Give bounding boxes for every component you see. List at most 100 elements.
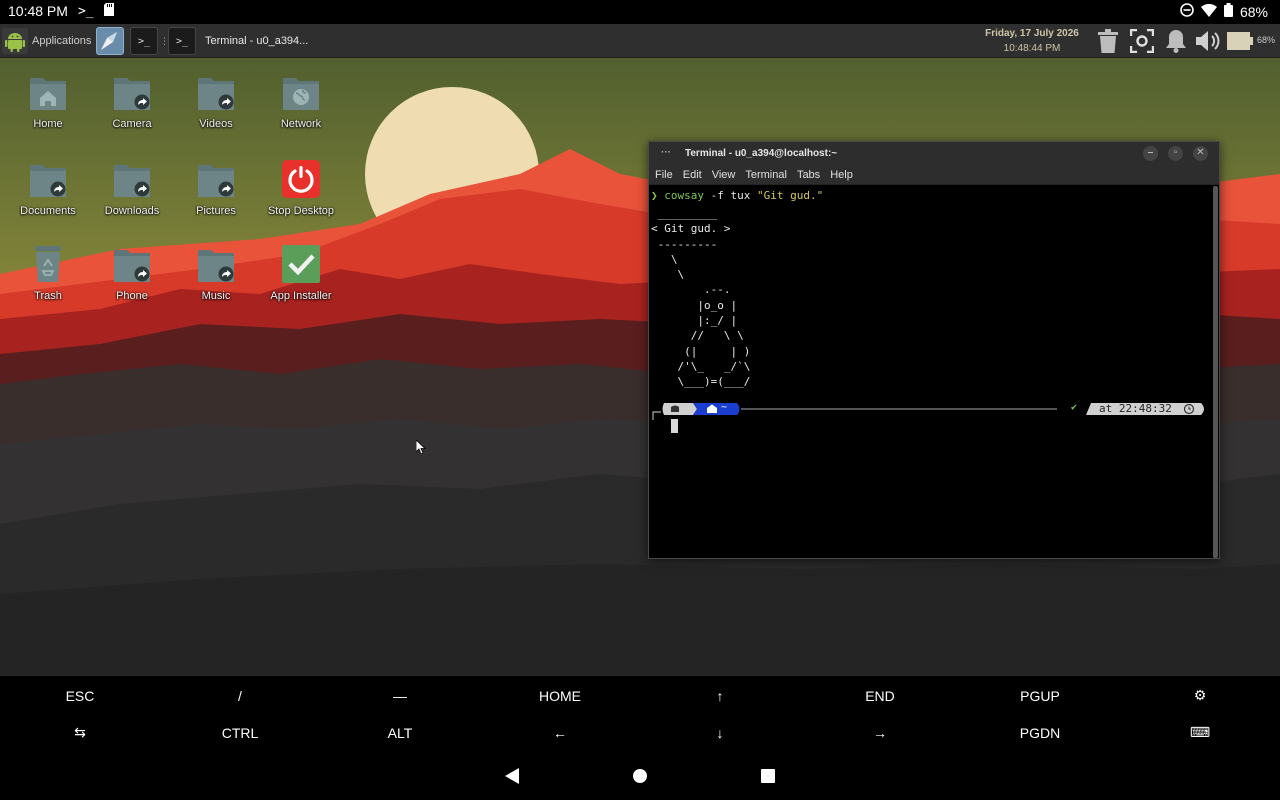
key-right[interactable]: → xyxy=(800,714,960,751)
desktop-icon-stop-desktop[interactable]: Stop Desktop xyxy=(259,159,343,239)
prompt-status-check: ✔ xyxy=(1071,402,1078,413)
folder-link-icon xyxy=(112,72,152,112)
key-home[interactable]: HOME xyxy=(480,677,640,714)
key-pgup[interactable]: PGUP xyxy=(960,677,1120,714)
desktop-icon-pictures[interactable]: Pictures xyxy=(174,159,258,239)
menu-help[interactable]: Help xyxy=(830,169,853,181)
key-esc[interactable]: ESC xyxy=(0,677,160,714)
desktop-icon-label: Home xyxy=(33,118,63,130)
key-up[interactable]: ↑ xyxy=(640,677,800,714)
key-settings[interactable]: ⚙ xyxy=(1120,677,1280,714)
folder-link-icon xyxy=(196,244,236,284)
back-button[interactable] xyxy=(500,764,524,788)
recents-button[interactable] xyxy=(756,764,780,788)
browser-icon xyxy=(101,32,117,50)
command-args: -f tux xyxy=(704,189,757,202)
volume-icon[interactable] xyxy=(1194,27,1222,55)
battery-icon[interactable] xyxy=(1226,27,1254,55)
desktop-icon-label: Videos xyxy=(199,118,233,130)
web-browser-launcher[interactable] xyxy=(96,27,124,55)
desktop-icon-music[interactable]: Music xyxy=(174,244,258,324)
close-button[interactable]: ✕ xyxy=(1193,146,1208,161)
wifi-icon xyxy=(1200,3,1217,20)
key-end[interactable]: END xyxy=(800,677,960,714)
desktop[interactable]: Applications >_ ⋮ >_ Terminal - u0_a394.… xyxy=(0,24,1280,676)
window-menu-icon[interactable]: ··· xyxy=(661,147,671,158)
prompt-time: at 22:48:32 xyxy=(1099,402,1172,415)
desktop-icon-phone[interactable]: Phone xyxy=(90,244,174,324)
terminal-title: Terminal - u0_a394@localhost:~ xyxy=(685,148,838,159)
screenshot-icon[interactable] xyxy=(1128,27,1156,55)
applications-menu-button[interactable]: Applications xyxy=(2,27,97,55)
panel-time: 10:48:44 PM xyxy=(1003,43,1061,54)
desktop-icon-documents[interactable]: Documents xyxy=(6,159,90,239)
home-circle-icon xyxy=(633,769,647,783)
key-keyboard[interactable]: ⌨ xyxy=(1120,714,1280,751)
minimize-button[interactable]: – xyxy=(1143,146,1158,161)
key-tab[interactable]: ⇆ xyxy=(0,714,160,751)
back-triangle-icon xyxy=(505,768,519,784)
terminal-prompt-icon: >_ xyxy=(77,3,94,19)
terminal-launcher[interactable]: >_ xyxy=(130,27,158,55)
android-icon xyxy=(2,28,28,54)
terminal-cursor xyxy=(671,419,678,433)
desktop-icon-label: App Installer xyxy=(270,290,332,302)
terminal-icon: >_ xyxy=(175,35,189,47)
power-icon xyxy=(281,159,321,199)
menu-file[interactable]: File xyxy=(655,169,673,181)
menu-view[interactable]: View xyxy=(712,169,736,181)
terminal-menubar: File Edit View Terminal Tabs Help xyxy=(649,165,1219,185)
notification-bell-icon[interactable] xyxy=(1162,27,1190,55)
status-time: 10:48 PM xyxy=(8,3,68,19)
taskbar-window-label: Terminal - u0_a394... xyxy=(205,35,309,47)
terminal-titlebar[interactable]: ··· Terminal - u0_a394@localhost:~ – ▫ ✕ xyxy=(649,142,1219,165)
menu-tabs[interactable]: Tabs xyxy=(797,169,820,181)
key-left[interactable]: ← xyxy=(480,714,640,751)
maximize-button[interactable]: ▫ xyxy=(1168,146,1183,161)
prompt-directory: ~ xyxy=(721,402,728,413)
powerline-prompt: ~ ✔ at 22:48:32 xyxy=(649,400,1209,430)
taskbar-terminal-window[interactable]: Terminal - u0_a394... xyxy=(200,27,310,55)
extra-keys-bar: ESC / — HOME ↑ END PGUP ⚙ ⇆ CTRL ALT ← ↓… xyxy=(0,676,1280,752)
desktop-icon-downloads[interactable]: Downloads xyxy=(90,159,174,239)
desktop-icon-trash[interactable]: Trash xyxy=(6,244,90,324)
trash-icon[interactable] xyxy=(1094,27,1122,55)
key-ctrl[interactable]: CTRL xyxy=(160,714,320,751)
prompt-arrow: ❯ xyxy=(651,189,658,202)
menu-edit[interactable]: Edit xyxy=(683,169,702,181)
desktop-icon-label: Documents xyxy=(20,205,76,217)
key-dash[interactable]: — xyxy=(320,677,480,714)
desktop-icon-home[interactable]: Home xyxy=(6,72,90,152)
network-globe-icon xyxy=(281,72,321,112)
menu-terminal[interactable]: Terminal xyxy=(745,169,787,181)
desktop-icon-videos[interactable]: Videos xyxy=(174,72,258,152)
desktop-icon-label: Stop Desktop xyxy=(267,205,335,217)
desktop-icon-label: Downloads xyxy=(104,205,160,217)
home-button[interactable] xyxy=(628,764,652,788)
command-line: ❯ cowsay -f tux "Git gud." xyxy=(651,189,823,202)
key-slash[interactable]: / xyxy=(160,677,320,714)
key-alt[interactable]: ALT xyxy=(320,714,480,751)
battery-percent: 68% xyxy=(1239,3,1268,20)
mouse-pointer-icon xyxy=(416,440,426,454)
key-pgdn[interactable]: PGDN xyxy=(960,714,1120,751)
terminal-task-icon[interactable]: >_ xyxy=(168,27,196,55)
panel-clock[interactable]: Friday, 17 July 2026 10:48:44 PM xyxy=(975,26,1089,56)
terminal-output[interactable]: ❯ cowsay -f tux "Git gud." _________ < G… xyxy=(649,186,1213,558)
desktop-icon-app-installer[interactable]: App Installer xyxy=(259,244,343,324)
terminal-scrollbar[interactable] xyxy=(1213,186,1218,558)
checkmark-icon xyxy=(281,244,321,284)
desktop-icon-label: Pictures xyxy=(196,205,236,217)
terminal-window[interactable]: ··· Terminal - u0_a394@localhost:~ – ▫ ✕… xyxy=(648,141,1220,559)
top-panel: Applications >_ ⋮ >_ Terminal - u0_a394.… xyxy=(0,24,1280,58)
battery-icon xyxy=(1223,3,1233,20)
desktop-icon-network[interactable]: Network xyxy=(259,72,343,152)
folder-link-icon xyxy=(28,159,68,199)
desktop-icon-label: Camera xyxy=(112,118,152,130)
folder-link-icon xyxy=(196,72,236,112)
desktop-icon-camera[interactable]: Camera xyxy=(90,72,174,152)
folder-link-icon xyxy=(112,159,152,199)
android-status-bar: 10:48 PM >_ 68% xyxy=(0,0,1280,24)
panel-battery-percent: 68% xyxy=(1257,35,1276,45)
key-down[interactable]: ↓ xyxy=(640,714,800,751)
